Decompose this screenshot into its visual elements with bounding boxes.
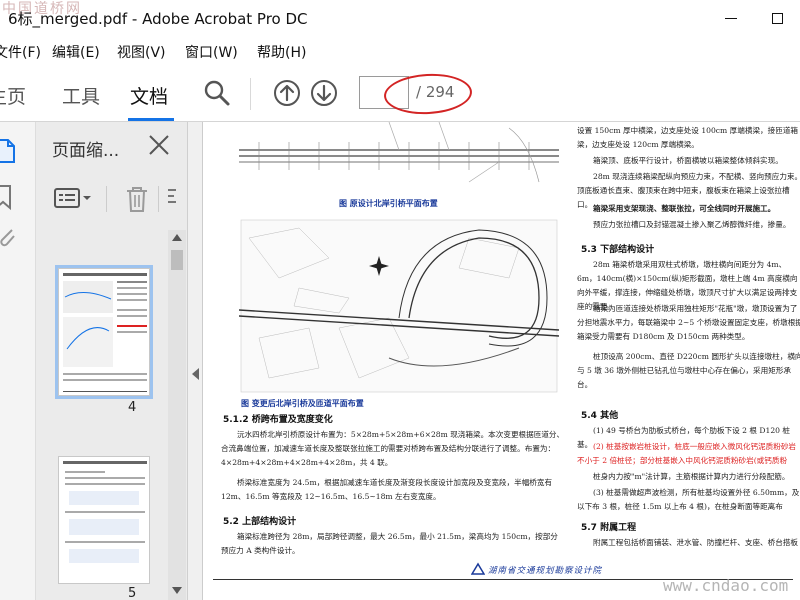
next-page-icon[interactable]	[309, 78, 339, 108]
document-view[interactable]: 图 原设计北岸引桥平面布置 图 变更后北岸引桥及匝道平面布置 5.1.2 桥跨布…	[203, 122, 800, 600]
thumbnail-page-number: 4	[128, 400, 137, 415]
section-heading-5-7: 5.7 附属工程	[581, 523, 637, 533]
tab-tools[interactable]: 工具	[62, 82, 100, 109]
active-tab-indicator	[128, 118, 174, 121]
attachment-icon[interactable]	[0, 222, 16, 252]
paragraph: 附属工程包括桥面铺装、泄水管、防撞栏杆、支座、桥台搭板	[593, 538, 799, 547]
menu-window[interactable]: 窗口(W)	[185, 42, 238, 62]
scroll-down-arrow-icon[interactable]	[172, 587, 182, 594]
toolbar-separator	[158, 186, 159, 212]
thumbnail-options-icon[interactable]	[54, 184, 94, 214]
acrobat-window: 中国道桥网 6标_merged.pdf - Adobe Acrobat Pro …	[0, 0, 800, 600]
menu-file[interactable]: 文件(F)	[0, 42, 41, 62]
paragraph: 箱梁为匝道连接处桥墩采用独柱矩形"花瓶"墩，墩顶设置为了分担地震水平力，每联箱梁…	[577, 304, 800, 341]
minimize-icon	[725, 17, 737, 19]
panel-title: 页面缩...	[52, 141, 120, 161]
figure-caption-original: 图 原设计北岸引桥平面布置	[339, 199, 438, 208]
page-thumbnails-icon[interactable]	[0, 136, 16, 166]
minimize-button[interactable]	[708, 0, 754, 36]
trash-icon[interactable]	[124, 184, 150, 214]
page-thumbnail-5[interactable]	[58, 456, 150, 584]
page-thumbnails-panel: 页面缩... 4 5	[36, 122, 188, 600]
menu-view[interactable]: 视图(V)	[117, 42, 166, 62]
paragraph: 预应力张拉槽口及封锚混凝土掺入聚乙烯醇微纤维，掺量。	[593, 220, 791, 229]
tab-home[interactable]: 主页	[0, 82, 26, 109]
menu-edit[interactable]: 编辑(E)	[52, 42, 100, 62]
scrollbar-thumb[interactable]	[171, 250, 183, 270]
section-heading-5-2: 5.2 上部结构设计	[223, 517, 297, 527]
menu-help[interactable]: 帮助(H)	[257, 42, 306, 62]
chevron-left-icon	[192, 368, 199, 380]
paragraph: 桩身内力按"m"法计算，主筋根据计算内力进行分段配筋。	[593, 472, 790, 481]
paragraph-highlighted: (2) 桩基按嵌岩桩设计，桩底一般应嵌入微风化钙泥质粉砂岩不小于 2 倍桩径；部…	[577, 442, 797, 465]
collapse-panel-handle[interactable]	[188, 122, 203, 600]
paragraph: 沅水四桥北岸引桥原设计布置为：5×28m+5×28m+6×28m 现浇箱梁。本次…	[221, 430, 565, 467]
paragraph: 桥梁标准宽度为 24.5m，根据加减速车道长度及渐变段长度设计加宽段及变宽段，半…	[221, 478, 553, 501]
paragraph: 箱梁采用支架现浇、整联张拉，可全线同时开展施工。	[593, 204, 776, 213]
bookmarks-icon[interactable]	[0, 182, 16, 212]
engineering-drawing-revised	[239, 219, 559, 393]
previous-page-icon[interactable]	[272, 78, 302, 108]
section-heading-5-1-2: 5.1.2 桥跨布置及宽度变化	[223, 415, 333, 425]
toolbar-separator	[250, 78, 251, 110]
window-title: 6标_merged.pdf - Adobe Acrobat Pro DC	[8, 10, 308, 28]
section-heading-5-4: 5.4 其他	[581, 411, 619, 421]
figure-caption-revised: 图 变更后北岸引桥及匝道平面布置	[241, 399, 364, 408]
search-icon[interactable]	[202, 78, 232, 108]
close-icon[interactable]	[146, 132, 172, 158]
thumbnail-preview	[63, 461, 147, 563]
section-heading-5-3: 5.3 下部结构设计	[581, 245, 655, 255]
thumbnail-preview	[63, 273, 147, 392]
title-bar: 中国道桥网 6标_merged.pdf - Adobe Acrobat Pro …	[0, 0, 800, 36]
toolbar-separator	[106, 186, 107, 212]
paragraph: 箱梁标准跨径为 28m，局部跨径调整，最大 26.5m，最小 21.5m，梁高均…	[221, 532, 558, 555]
maximize-icon	[771, 12, 783, 24]
paragraph: 箱梁顶、底板平行设计，桥面横坡以箱梁整体倾斜实现。	[593, 156, 783, 165]
paragraph: (3) 桩基需做超声波检测，所有桩基均设置外径 6.50mm，及以下布 3 根，…	[577, 488, 800, 511]
menu-bar: 文件(F) 编辑(E) 视图(V) 窗口(W) 帮助(H)	[0, 36, 800, 64]
site-watermark-url: www.cndao.com	[663, 576, 789, 595]
paragraph: 设置 150cm 厚中横梁，边支座处设 100cm 厚端横梁，接匝道箱梁，边支座…	[577, 126, 799, 149]
paragraph: 桩顶设高 200cm、直径 D220cm 圆形扩头以连接墩柱，横向与 5 墩 3…	[577, 352, 800, 389]
engineering-drawing-original	[239, 122, 559, 183]
footer-brand: 湖南省交通规划勘察设计院	[488, 566, 603, 576]
maximize-button[interactable]	[754, 0, 800, 36]
more-tools-icon[interactable]	[166, 184, 176, 214]
thumbnail-scrollbar[interactable]	[168, 230, 186, 600]
company-logo-icon	[471, 562, 485, 575]
scroll-up-arrow-icon[interactable]	[172, 234, 182, 241]
page-thumbnail-4[interactable]	[55, 265, 153, 399]
thumbnail-page-number: 5	[128, 586, 137, 600]
left-navigation-rail	[0, 122, 36, 600]
tab-document[interactable]: 文档	[130, 82, 168, 109]
